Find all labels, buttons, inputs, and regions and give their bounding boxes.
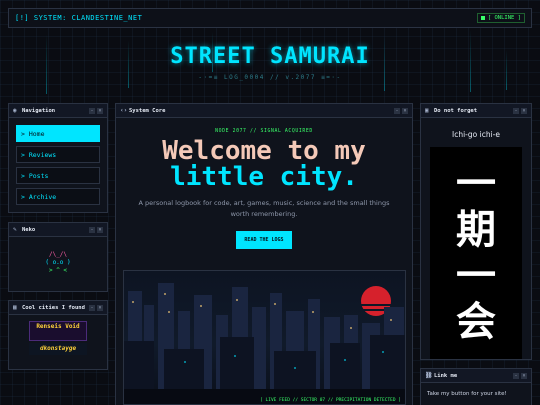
bookmark-icon: ▣	[425, 106, 429, 114]
city-caption: [ LIVE FEED // SECTOR 07 // PRECIPITATIO…	[260, 398, 401, 403]
panel-title: Cool cities I found	[22, 304, 85, 311]
panel-title: Link me	[434, 372, 458, 379]
link-me-panel: ⛓ Link me - × Take my button for your site…	[420, 368, 532, 405]
city-button-rensei[interactable]: Renseis Void	[29, 321, 87, 341]
cityscape-image	[124, 283, 405, 404]
minimize-icon[interactable]: -	[513, 372, 519, 379]
close-icon[interactable]: ×	[97, 226, 103, 233]
panel-title: Navigation	[22, 107, 56, 114]
online-status: [ ONLINE ]	[487, 15, 521, 21]
cat-icon: ✎	[13, 225, 17, 233]
panel-title: Do not forget	[434, 107, 478, 114]
system-core-panel: ‹› System Core - × NODE 2077 // SIGNAL ACQ…	[115, 103, 413, 405]
do-not-forget-panel: ▣ Do not forget - × Ichi-go ichi-e 一 期 一 会	[420, 103, 532, 360]
online-badge: [ ONLINE ]	[476, 13, 525, 23]
code-icon: ‹›	[120, 106, 128, 114]
panel-title: Neko	[22, 226, 36, 233]
cities-header: ▦ Cool cities I found - ×	[9, 301, 107, 315]
kanji-char: 会	[456, 298, 496, 345]
close-icon[interactable]: ×	[521, 372, 527, 379]
kanji-char: 期	[456, 206, 496, 253]
system-label: [!] SYSTEM: CLANDESTINE_NET	[15, 14, 143, 22]
panel-title: System Core	[129, 107, 166, 114]
site-subtitle: -·=≡ LOG_0004 // v.2077 ≡=·-	[198, 74, 342, 81]
minimize-icon[interactable]: -	[89, 107, 95, 114]
link-me-header: ⛓ Link me - ×	[421, 369, 531, 383]
minimize-icon[interactable]: -	[89, 226, 95, 233]
neko-face: ( o.o )	[45, 259, 71, 266]
close-icon[interactable]: ×	[521, 107, 527, 114]
nav-item-archive[interactable]: > Archive	[16, 188, 100, 205]
nav-item-reviews[interactable]: > Reviews	[16, 146, 100, 163]
site-title: STREET SAMURAI	[170, 44, 370, 69]
nav-item-posts[interactable]: > Posts	[16, 167, 100, 184]
cities-panel: ▦ Cool cities I found - × Renseis Void dko…	[8, 300, 108, 370]
welcome-heading-line2: little city.	[170, 162, 358, 192]
close-icon[interactable]: ×	[402, 107, 408, 114]
node-status: NODE 2077 // SIGNAL ACQUIRED	[215, 129, 313, 134]
system-bar: [!] SYSTEM: CLANDESTINE_NET [ ONLINE ]	[8, 8, 532, 28]
welcome-heading-line1: Welcome to my	[162, 136, 366, 166]
kanji-char: 一	[456, 252, 496, 299]
online-dot-icon	[480, 16, 485, 20]
city-illustration: [ LIVE FEED // SECTOR 07 // PRECIPITATIO…	[123, 270, 406, 405]
neko-header: ✎ Neko - ×	[9, 223, 107, 237]
link-icon: ⛓	[425, 371, 433, 379]
nav-item-home[interactable]: > Home	[16, 125, 100, 142]
close-icon[interactable]: ×	[97, 107, 103, 114]
kanji-char: 一	[456, 160, 496, 207]
read-logs-button[interactable]: READ THE LOGS	[236, 231, 292, 249]
system-core-header: ‹› System Core - ×	[116, 104, 412, 118]
globe-icon: ◉	[13, 106, 17, 114]
do-not-forget-header: ▣ Do not forget - ×	[421, 104, 531, 118]
neko-ears: /\_/\	[48, 251, 68, 258]
neko-panel: ✎ Neko - × /\_/\ ( o.o ) > ^ <	[8, 222, 108, 292]
minimize-icon[interactable]: -	[394, 107, 400, 114]
neko-whiskers: > ^ <	[48, 267, 68, 274]
minimize-icon[interactable]: -	[513, 107, 519, 114]
navigation-header: ◉ Navigation - ×	[9, 104, 107, 118]
calligraphy-kanji: 一 期 一 会	[430, 147, 522, 359]
city-icon: ▦	[13, 303, 17, 311]
welcome-description: A personal logbook for code, art, games,…	[138, 199, 390, 218]
link-me-text: Take my button for your site!	[427, 391, 507, 397]
minimize-icon[interactable]: -	[89, 304, 95, 311]
close-icon[interactable]: ×	[97, 304, 103, 311]
ichigo-phrase: Ichi-go ichi-e	[452, 130, 500, 139]
navigation-panel: ◉ Navigation - × > Home > Reviews > Posts …	[8, 103, 108, 213]
city-button-dkonstayge[interactable]: dkonstayge	[29, 343, 87, 355]
